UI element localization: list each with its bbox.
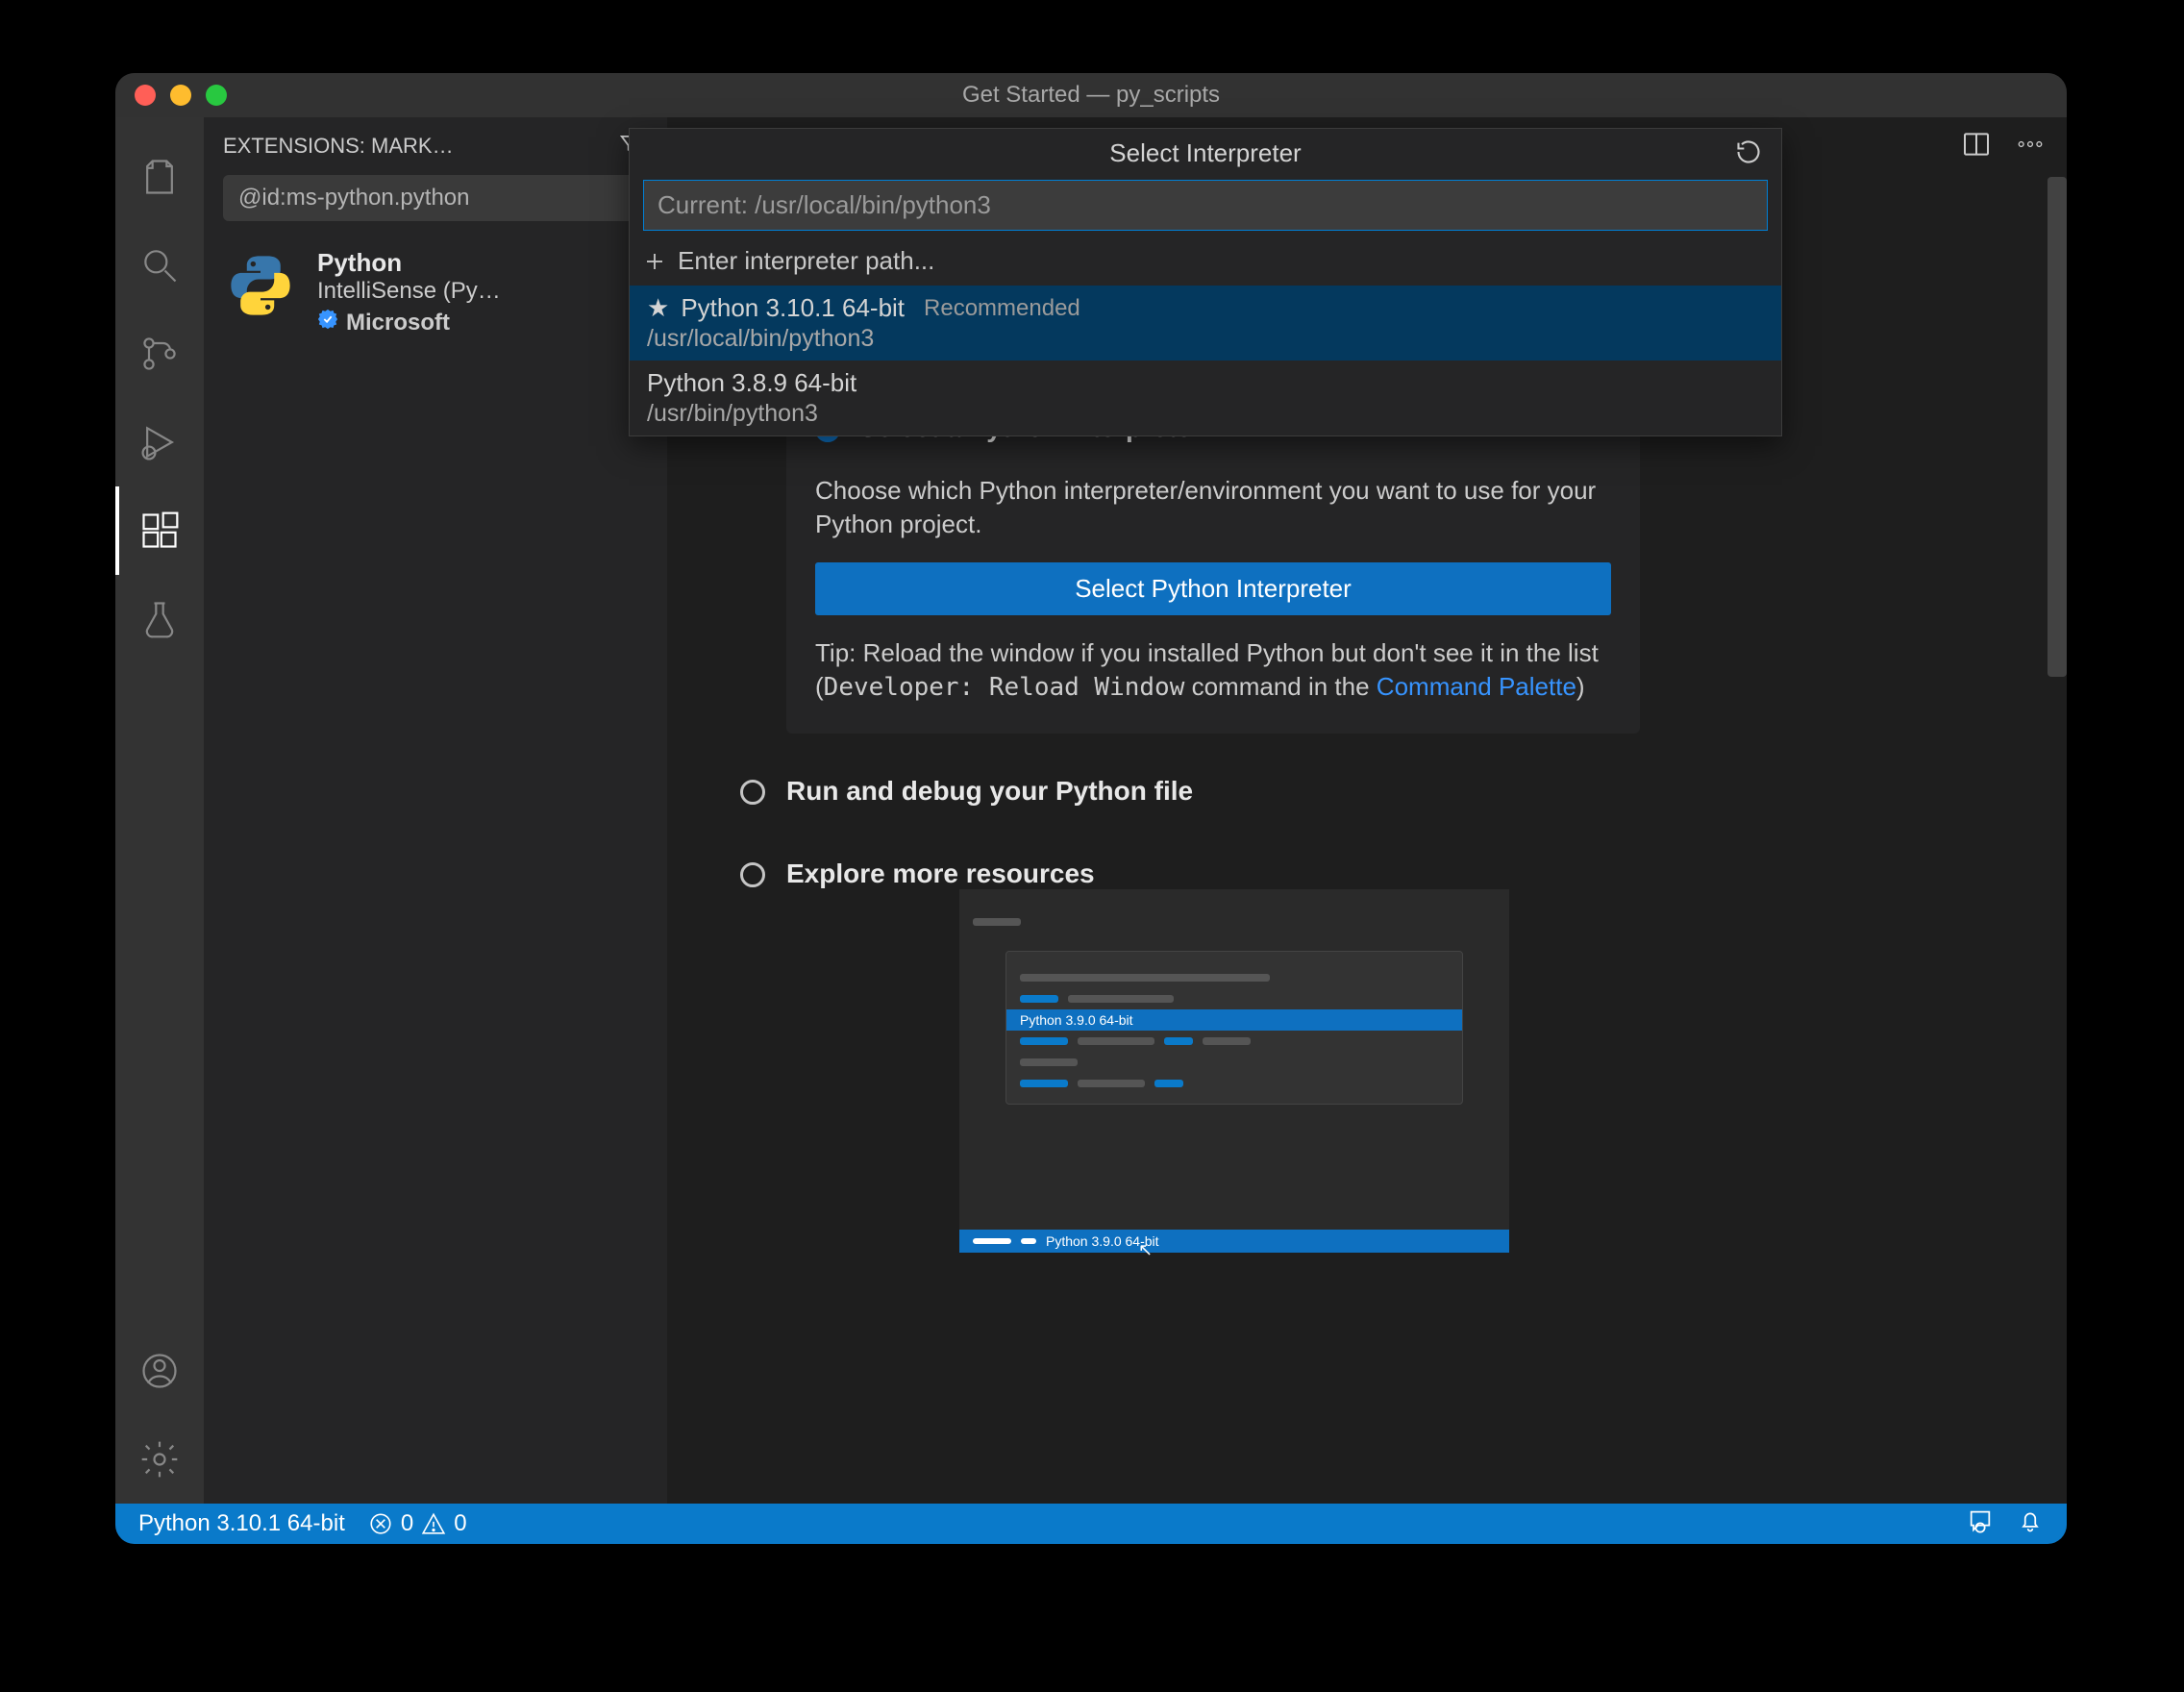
sidebar-header: EXTENSIONS: MARK… <box>204 117 667 175</box>
editor-scrollbar[interactable] <box>2048 177 2067 677</box>
step-marker-empty-icon <box>740 780 765 805</box>
preview-statusbar: Python 3.9.0 64-bit ↖ <box>959 1230 1509 1253</box>
extension-name: Python <box>317 248 501 278</box>
notifications-bell-icon[interactable] <box>2017 1507 2044 1541</box>
titlebar: Get Started — py_scripts <box>115 73 2067 117</box>
verified-badge-icon <box>317 309 338 336</box>
extensions-sidebar: EXTENSIONS: MARK… @id:ms-python.python P… <box>204 117 667 1504</box>
command-palette-link[interactable]: Command Palette <box>1377 672 1576 701</box>
star-icon: ★ <box>647 293 669 323</box>
step-explore[interactable]: Explore more resources <box>740 858 1994 889</box>
feedback-icon[interactable] <box>1967 1507 1994 1541</box>
errors-count: 0 <box>401 1510 413 1537</box>
run-debug-icon[interactable] <box>115 398 204 486</box>
status-interpreter[interactable]: Python 3.10.1 64-bit <box>138 1510 345 1537</box>
quickinput-list: ★ Python 3.10.1 64-bit Recommended/usr/loc… <box>630 286 1781 435</box>
step-description: Choose which Python interpreter/environm… <box>815 474 1611 541</box>
recommended-badge: Recommended <box>924 295 1080 322</box>
explorer-icon[interactable] <box>115 133 204 221</box>
interpreter-path: /usr/bin/python3 <box>647 400 1764 428</box>
interpreter-path: /usr/local/bin/python3 <box>647 325 1764 353</box>
preview-highlight-row: Python 3.9.0 64-bit <box>1006 1009 1462 1031</box>
status-bar: Python 3.10.1 64-bit 0 0 <box>115 1504 2067 1544</box>
select-interpreter-button[interactable]: Select Python Interpreter <box>815 562 1611 615</box>
close-window-button[interactable] <box>135 85 156 106</box>
quickinput-title: Select Interpreter <box>630 129 1781 174</box>
extension-publisher: Microsoft <box>317 309 501 336</box>
source-control-icon[interactable] <box>115 310 204 398</box>
extensions-search-input[interactable]: @id:ms-python.python <box>223 175 648 221</box>
tip-text: ) <box>1576 672 1585 701</box>
step-select-interpreter: Select a Python Interpreter Choose which… <box>786 387 1640 734</box>
accounts-icon[interactable] <box>115 1327 204 1415</box>
step-marker-empty-icon <box>740 862 765 887</box>
extensions-icon[interactable] <box>115 486 204 575</box>
interpreter-option[interactable]: ★ Python 3.10.1 64-bit Recommended/usr/loc… <box>630 286 1781 361</box>
step-title: Explore more resources <box>786 858 1095 889</box>
sidebar-title: EXTENSIONS: MARK… <box>223 134 608 159</box>
more-actions-icon[interactable] <box>2015 129 2046 164</box>
testing-icon[interactable] <box>115 575 204 663</box>
settings-gear-icon[interactable] <box>115 1415 204 1504</box>
enter-path-label: Enter interpreter path... <box>678 246 934 276</box>
maximize-window-button[interactable] <box>206 85 227 106</box>
window-title: Get Started — py_scripts <box>962 82 1220 109</box>
interpreter-option[interactable]: Python 3.8.9 64-bit/usr/bin/python3 <box>630 361 1781 435</box>
traffic-lights <box>135 85 227 106</box>
select-interpreter-quickinput: Select Interpreter Current: /usr/local/b… <box>629 128 1782 436</box>
walkthrough-preview-image: Python 3.9.0 64-bit Python 3.9.0 64-bit … <box>959 889 1509 1253</box>
step-tip: Tip: Reload the window if you installed … <box>815 636 1611 705</box>
tip-code: Developer: Reload Window <box>824 673 1185 702</box>
extension-desc: IntelliSense (Py… <box>317 278 501 305</box>
split-editor-icon[interactable] <box>1961 129 1992 164</box>
extension-meta: Python IntelliSense (Py… Microsoft <box>317 248 501 336</box>
cursor-pointer-icon: ↖ <box>1138 1240 1153 1260</box>
status-problems[interactable]: 0 0 <box>368 1510 467 1537</box>
step-title: Run and debug your Python file <box>786 776 1193 807</box>
quickinput-textbox[interactable]: Current: /usr/local/bin/python3 <box>643 180 1768 231</box>
refresh-icon[interactable] <box>1735 138 1762 172</box>
step-run-debug[interactable]: Run and debug your Python file <box>740 776 1994 807</box>
warnings-count: 0 <box>454 1510 466 1537</box>
python-extension-icon <box>223 248 298 323</box>
activity-bar <box>115 117 204 1504</box>
search-icon[interactable] <box>115 221 204 310</box>
publisher-name: Microsoft <box>346 310 450 336</box>
interpreter-label: Python 3.10.1 64-bit <box>681 293 905 323</box>
vscode-window: Get Started — py_scripts <box>115 73 2067 1544</box>
tip-text: command in the <box>1184 672 1376 701</box>
interpreter-label: Python 3.8.9 64-bit <box>647 368 856 398</box>
minimize-window-button[interactable] <box>170 85 191 106</box>
status-interpreter-text: Python 3.10.1 64-bit <box>138 1510 345 1537</box>
quickinput-title-text: Select Interpreter <box>1109 138 1301 167</box>
enter-interpreter-path-item[interactable]: Enter interpreter path... <box>630 236 1781 286</box>
extension-list-item[interactable]: Python IntelliSense (Py… Microsoft <box>204 235 667 350</box>
